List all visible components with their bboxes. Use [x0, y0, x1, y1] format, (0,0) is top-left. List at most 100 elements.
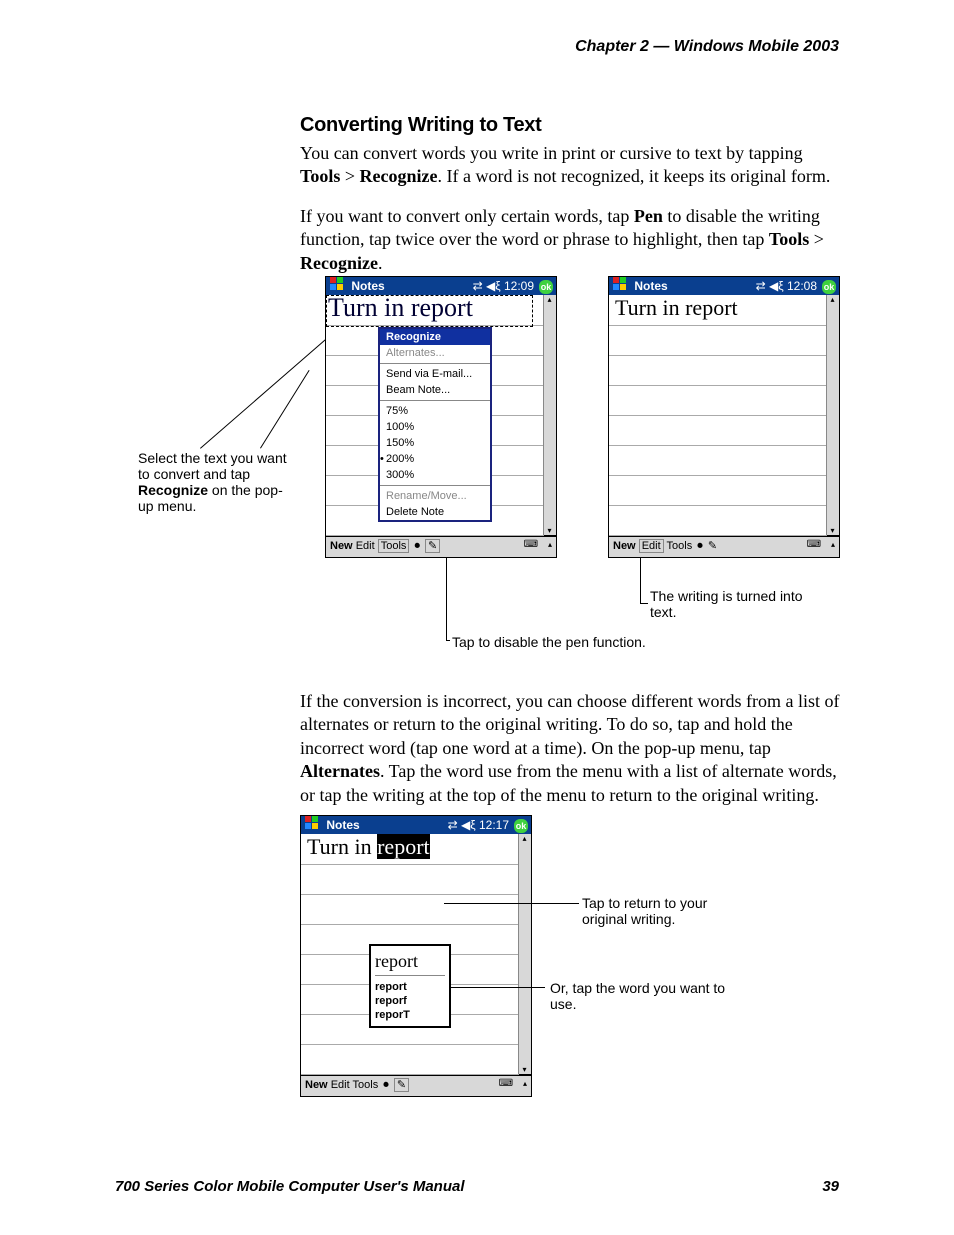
leader-line [640, 558, 641, 603]
start-flag-icon[interactable] [613, 277, 627, 296]
sip-up-icon[interactable]: ▴ [548, 540, 552, 549]
context-menu: Recognize Alternates... Send via E-mail.… [378, 327, 492, 522]
sip-up-icon[interactable]: ▴ [831, 540, 835, 549]
scrollbar[interactable] [543, 295, 556, 535]
menu-new[interactable]: New [330, 540, 353, 552]
menu-new[interactable]: New [613, 540, 636, 552]
ok-button[interactable]: ok [538, 279, 554, 295]
menu-separator [380, 363, 490, 364]
section-heading: Converting Writing to Text [300, 112, 840, 138]
clock-text: 12:09 [504, 279, 534, 293]
paragraph-2: If you want to convert only certain word… [300, 205, 840, 275]
connectivity-icon: ⇄ [473, 279, 486, 293]
callout-return-original: Tap to return to your original writing. [582, 895, 752, 927]
pen-icon[interactable]: ✎ [708, 540, 717, 552]
ok-button[interactable]: ok [821, 279, 837, 295]
callout-writing-turned: The writing is turned into text. [650, 588, 810, 620]
alternates-original-writing[interactable]: report [375, 950, 445, 976]
alternates-option[interactable]: reporf [375, 994, 445, 1008]
text: > [340, 166, 359, 186]
alternates-option[interactable]: reporT [375, 1008, 445, 1022]
menu-tools[interactable]: Tools [667, 540, 693, 552]
note-area[interactable]: Turn in report Recognize Alternates... S… [326, 295, 556, 536]
device-bottom-bar: New Edit Tools ⏺ ✎ ⌨ ▴ [301, 1075, 531, 1096]
keyboard-icon[interactable]: ⌨ [524, 539, 538, 550]
callout-disable-pen: Tap to disable the pen function. [452, 634, 702, 650]
speaker-icon: ◀ξ [769, 279, 787, 293]
text: . [378, 253, 383, 273]
pen-icon[interactable]: ✎ [425, 539, 440, 553]
leader-line [640, 603, 648, 604]
text: You can convert words you write in print… [300, 143, 803, 163]
menu-item-zoom-300[interactable]: 300% [380, 467, 490, 483]
leader-line [444, 903, 579, 904]
text-bold: Alternates [300, 761, 380, 781]
menu-separator [380, 485, 490, 486]
text-bold: Pen [634, 206, 663, 226]
sip-up-icon[interactable]: ▴ [523, 1079, 527, 1088]
menu-item-beam[interactable]: Beam Note... [380, 382, 490, 398]
menu-separator [380, 400, 490, 401]
menu-item-send-email[interactable]: Send via E-mail... [380, 366, 490, 382]
menu-item-zoom-75[interactable]: 75% [380, 403, 490, 419]
pen-icon[interactable]: ✎ [394, 1078, 409, 1092]
text: . If a word is not recognized, it keeps … [437, 166, 830, 186]
menu-item-zoom-150[interactable]: 150% [380, 435, 490, 451]
menu-edit[interactable]: Edit [639, 539, 664, 553]
connectivity-icon: ⇄ [756, 279, 769, 293]
main-column-2: If the conversion is incorrect, you can … [300, 690, 840, 823]
menu-item-zoom-100[interactable]: 100% [380, 419, 490, 435]
menu-edit[interactable]: Edit [331, 1079, 350, 1091]
record-icon[interactable]: ⏺ [697, 540, 703, 552]
keyboard-icon[interactable]: ⌨ [807, 539, 821, 550]
keyboard-icon[interactable]: ⌨ [499, 1078, 513, 1089]
device-titlebar: Notes ⇄ ◀ξ 12:08 ok [609, 277, 839, 295]
scrollbar[interactable] [518, 834, 531, 1074]
menu-tools[interactable]: Tools [353, 1079, 379, 1091]
ok-button[interactable]: ok [513, 818, 529, 834]
running-head: Chapter 2 — Windows Mobile 2003 [0, 38, 954, 56]
menu-new[interactable]: New [305, 1079, 328, 1091]
device-title: Notes [326, 818, 359, 832]
main-column: Converting Writing to Text You can conve… [300, 112, 840, 291]
clock-text: 12:17 [479, 818, 509, 832]
callout-tap-word: Or, tap the word you want to use. [550, 980, 730, 1012]
connectivity-icon: ⇄ [448, 818, 461, 832]
note-area[interactable]: Turn in report [609, 295, 839, 536]
text: If you want to convert only certain word… [300, 206, 634, 226]
start-flag-icon[interactable] [305, 816, 319, 835]
scrollbar[interactable] [826, 295, 839, 535]
menu-item-zoom-200[interactable]: •200% [380, 451, 490, 467]
menu-item-rename[interactable]: Rename/Move... [380, 488, 490, 504]
callout-bold: Recognize [138, 482, 208, 498]
highlighted-word[interactable]: report [377, 834, 430, 859]
leader-line [200, 336, 329, 448]
callout-select-text: Select the text you want to convert and … [138, 450, 294, 514]
clock-text: 12:08 [787, 279, 817, 293]
device-screenshot-2: Notes ⇄ ◀ξ 12:08 ok Turn in report New E… [608, 276, 840, 558]
device-bottom-bar: New Edit Tools ⏺ ✎ ⌨ ▴ [609, 536, 839, 557]
text: . Tap the word use from the menu with a … [300, 761, 837, 804]
note-area[interactable]: Turn in report report report reporf repo… [301, 834, 531, 1075]
text-bold: Recognize [360, 166, 438, 186]
record-icon[interactable]: ⏺ [383, 1079, 389, 1091]
alternates-option[interactable]: report [375, 980, 445, 994]
device-screenshot-3: Notes ⇄ ◀ξ 12:17 ok Turn in report repor… [300, 815, 532, 1097]
device-titlebar: Notes ⇄ ◀ξ 12:17 ok [301, 816, 531, 834]
leader-line [446, 558, 447, 640]
menu-item-recognize[interactable]: Recognize [380, 329, 490, 345]
device-title: Notes [351, 279, 384, 293]
menu-item-delete[interactable]: Delete Note [380, 504, 490, 520]
converted-text-line: Turn in report [307, 834, 430, 860]
record-icon[interactable]: ⏺ [414, 540, 420, 552]
menu-tools[interactable]: Tools [378, 539, 410, 553]
device-bottom-bar: New Edit Tools ⏺ ✎ ⌨ ▴ [326, 536, 556, 557]
text: Turn in [307, 834, 377, 859]
leader-line [450, 987, 545, 988]
callout-text: Select the text you want to convert and … [138, 450, 287, 482]
menu-edit[interactable]: Edit [356, 540, 375, 552]
leader-line [260, 370, 310, 449]
status-area: ⇄ ◀ξ 12:08 [756, 277, 817, 295]
text: If the conversion is incorrect, you can … [300, 691, 840, 758]
menu-item-alternates[interactable]: Alternates... [380, 345, 490, 361]
